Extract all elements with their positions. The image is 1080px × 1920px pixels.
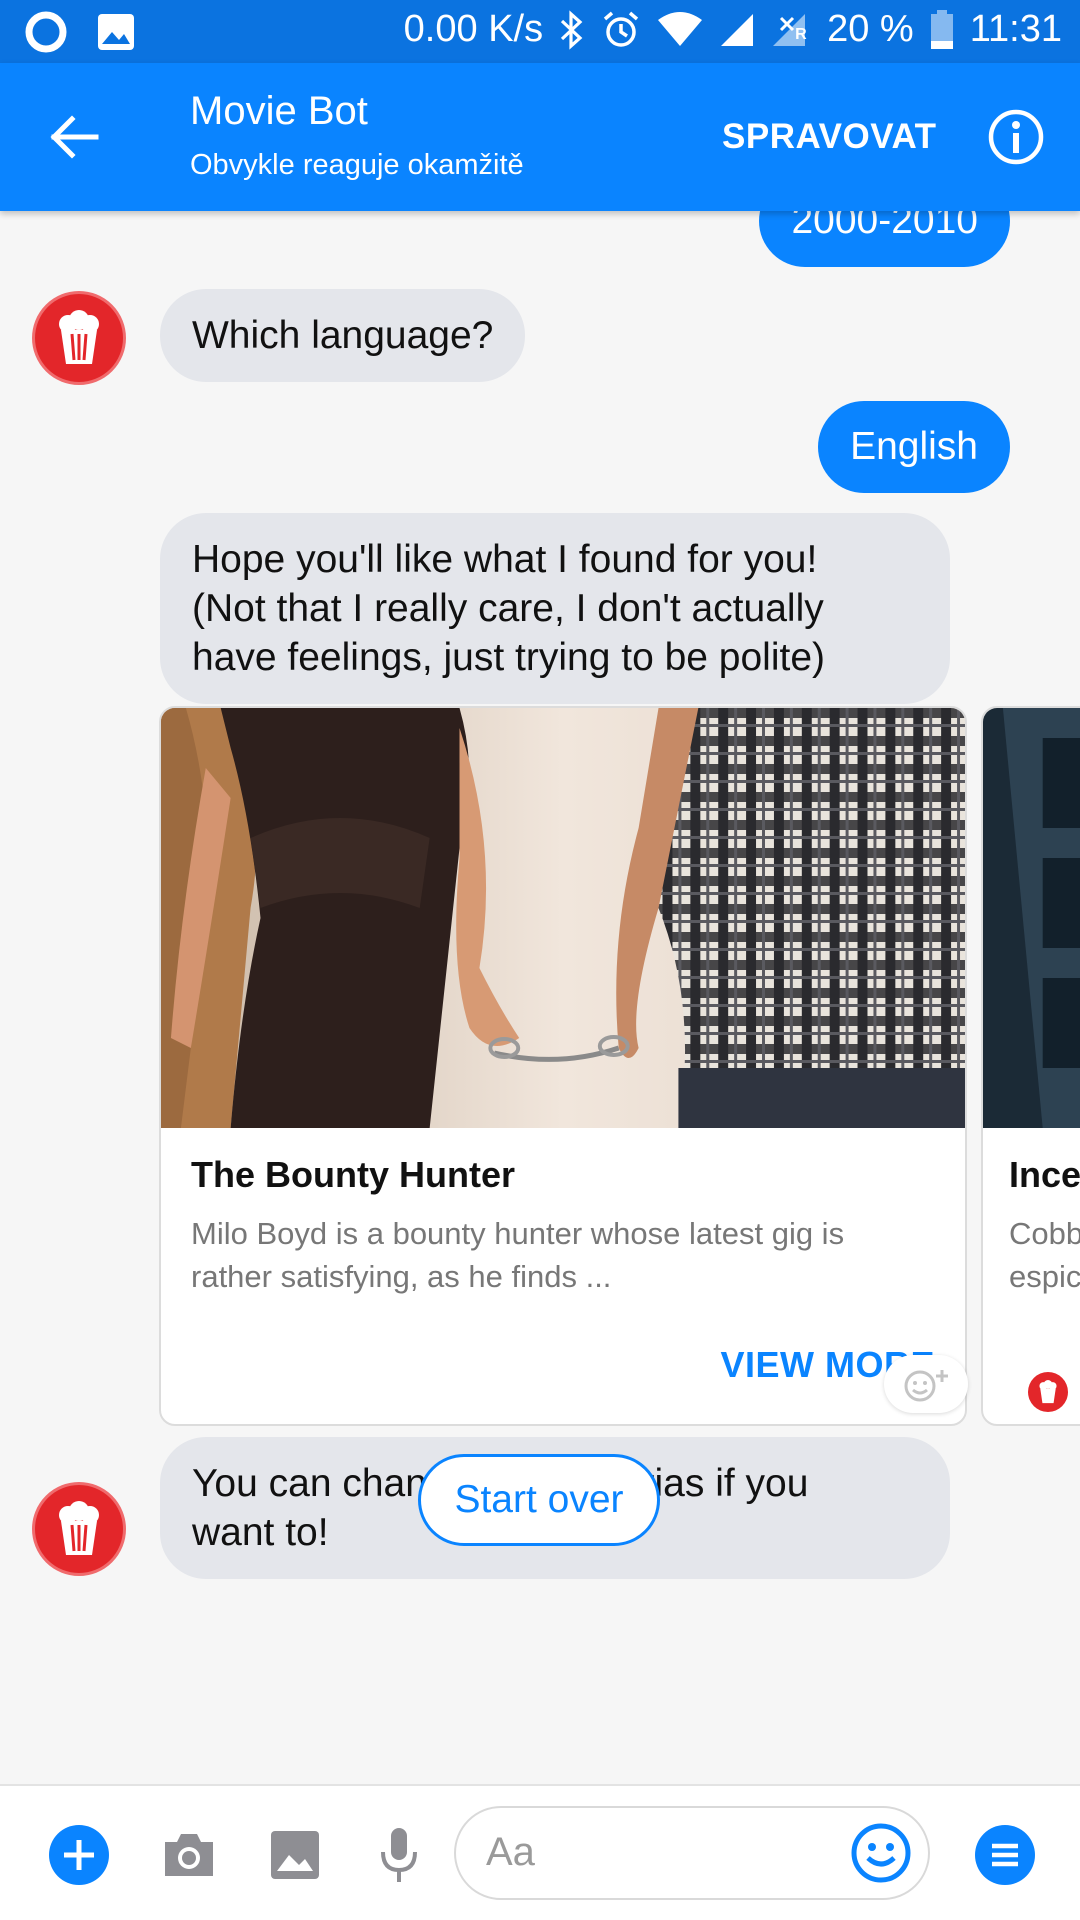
incoming-message[interactable]: Hope you'll like what I found for you! (…: [160, 513, 950, 704]
chat-title[interactable]: Movie Bot: [190, 89, 368, 134]
bluetooth-icon: [560, 9, 583, 50]
gallery-notification-icon: [98, 14, 134, 50]
microphone-icon: [381, 1828, 417, 1882]
movie-card-description-line: Cobb: [1009, 1216, 1080, 1251]
movie-card-description: Milo Boyd is a bounty hunter whose lates…: [191, 1212, 931, 1298]
chat-subtitle: Obvykle reaguje okamžitě: [190, 149, 524, 181]
popcorn-icon: [59, 310, 99, 364]
signal-icon: [721, 13, 754, 46]
bot-avatar[interactable]: [32, 1482, 126, 1576]
movie-card-title: Ince: [1009, 1154, 1080, 1195]
message-line: (Not that I really care, I don't actuall…: [192, 587, 824, 630]
manage-button[interactable]: SPRAVOVAT: [722, 117, 937, 157]
start-over-quick-reply[interactable]: Start over: [418, 1454, 660, 1546]
chat-header: Movie Bot Obvykle reaguje okamžitě SPRAV…: [0, 63, 1080, 211]
image-icon: [271, 1831, 319, 1879]
more-actions-button[interactable]: [48, 1824, 110, 1886]
roaming-label: R: [795, 25, 807, 43]
battery-icon: [930, 9, 953, 49]
popcorn-icon: [59, 1501, 99, 1555]
plus-circle-icon: [49, 1825, 109, 1885]
movie-poster-image: [983, 708, 1080, 1128]
sync-ring-icon: [25, 11, 67, 53]
battery-percent: 20 %: [827, 8, 914, 50]
outgoing-message[interactable]: English: [818, 401, 1010, 493]
camera-icon: [165, 1834, 213, 1876]
message-input-placeholder: Aa: [486, 1830, 535, 1874]
movie-card-description-line: espic: [1009, 1259, 1080, 1294]
read-receipt-avatar: [1028, 1372, 1068, 1412]
movie-card-description-line: rather satisfying, as he finds ...: [191, 1259, 612, 1294]
gallery-button[interactable]: [264, 1824, 326, 1886]
movie-card-description: Cobb espic: [1009, 1212, 1080, 1298]
movie-card[interactable]: Ince Cobb espic: [981, 706, 1080, 1426]
message-line: have feelings, just trying to be polite): [192, 636, 826, 679]
info-icon[interactable]: [986, 107, 1046, 167]
message-composer: Aa: [0, 1786, 1080, 1920]
wifi-icon: [658, 11, 703, 46]
back-arrow-icon[interactable]: [44, 107, 104, 167]
menu-button[interactable]: [974, 1824, 1036, 1886]
voice-button[interactable]: [368, 1824, 430, 1886]
network-speed: 0.00 K/s: [403, 8, 544, 50]
movie-card-description-line: Milo Boyd is a bounty hunter whose lates…: [191, 1216, 845, 1251]
camera-button[interactable]: [158, 1824, 220, 1886]
alarm-icon: [603, 11, 639, 47]
incoming-message[interactable]: Which language?: [160, 289, 526, 382]
popcorn-icon: [1039, 1380, 1057, 1404]
add-reaction-button[interactable]: [884, 1355, 968, 1413]
outgoing-message[interactable]: 2000-2010: [759, 211, 1010, 267]
emoji-icon[interactable]: [850, 1822, 912, 1884]
message-input[interactable]: Aa: [454, 1806, 930, 1900]
message-list[interactable]: 2000-2010 Which language? English Hope y…: [0, 211, 1080, 1785]
movie-poster-image: [161, 708, 965, 1128]
signal-roaming-indicator: R: [771, 12, 811, 48]
message-line: Hope you'll like what I found for you!: [192, 538, 818, 581]
movie-card-title: The Bounty Hunter: [191, 1154, 515, 1195]
hamburger-menu-icon: [975, 1825, 1035, 1885]
status-bar: 0.00 K/s R 20 % 11:31: [0, 0, 1080, 63]
clock: 11:31: [969, 8, 1062, 50]
bot-avatar[interactable]: [32, 291, 126, 385]
movie-card[interactable]: The Bounty Hunter Milo Boyd is a bounty …: [159, 706, 967, 1426]
emoji-plus-icon: [904, 1370, 948, 1402]
